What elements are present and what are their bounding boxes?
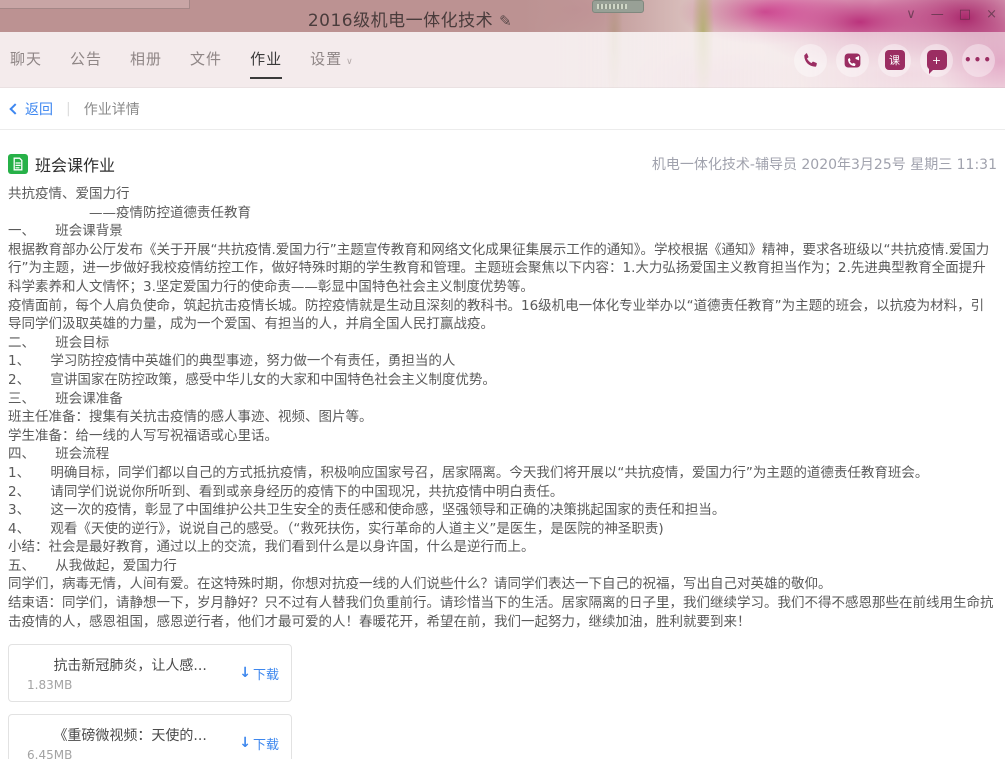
assignment-meta: 机电一体化技术-辅导员 2020年3月25号 星期三 11:31	[652, 154, 997, 174]
file-size: 6.45MB	[21, 748, 239, 759]
tab-album[interactable]: 相册	[130, 42, 162, 79]
breadcrumb-separator: |	[66, 101, 71, 117]
file-name: 抗击新冠肺炎，让人感...	[21, 655, 239, 675]
download-icon: ↓	[239, 665, 251, 681]
attachment-card[interactable]: 《重磅微视频：天使的... 6.45MB ↓ 下载	[8, 714, 292, 759]
edit-title-icon[interactable]: ✎	[499, 12, 512, 30]
back-label: 返回	[25, 99, 53, 119]
file-name: 《重磅微视频：天使的...	[21, 725, 239, 745]
assignment-title: 班会课作业	[35, 152, 115, 176]
page-title: 作业详情	[84, 99, 140, 119]
group-title-text: 2016级机电一体化技术	[308, 11, 493, 31]
chevron-left-icon	[9, 103, 20, 114]
close-icon[interactable]: ×	[986, 7, 997, 22]
plus-bubble-icon: +	[927, 50, 947, 70]
window-controls: ∨ — □ ×	[906, 7, 997, 22]
collapse-icon[interactable]: ∨	[906, 7, 916, 22]
tab-settings[interactable]: 设置∨	[310, 42, 353, 79]
file-size: 1.83MB	[21, 678, 239, 692]
assignment-detail: 班会课作业 机电一体化技术-辅导员 2020年3月25号 星期三 11:31 共…	[0, 152, 1005, 759]
group-title: 2016级机电一体化技术 ✎	[0, 6, 820, 31]
assignment-body: 共抗疫情、爱国力行 ——疫情防控道德责任教育 一、 班会课背景 根据教育部办公厅…	[8, 185, 997, 631]
download-button[interactable]: ↓ 下载	[239, 734, 279, 753]
tab-announcements[interactable]: 公告	[70, 42, 102, 79]
download-button[interactable]: ↓ 下载	[239, 664, 279, 683]
video-call-button[interactable]	[836, 44, 869, 77]
phone-icon	[801, 51, 820, 70]
back-button[interactable]: 返回	[11, 99, 53, 119]
tab-homework[interactable]: 作业	[250, 42, 282, 79]
chevron-down-icon: ∨	[346, 57, 353, 67]
more-button[interactable]: •••	[962, 44, 995, 77]
more-icon: •••	[964, 53, 993, 67]
nav-tabs: 聊天 公告 相册 文件 作业 设置∨	[10, 42, 353, 79]
voice-call-button[interactable]	[794, 44, 827, 77]
nav-actions: 课 + •••	[794, 44, 995, 77]
nav-bar: 聊天 公告 相册 文件 作业 设置∨ 课 + •••	[0, 32, 1005, 88]
file-info: 《重磅微视频：天使的... 6.45MB	[21, 725, 239, 759]
homework-doc-icon	[8, 154, 28, 174]
class-badge-icon: 课	[885, 50, 905, 70]
breadcrumb: 返回 | 作业详情	[0, 88, 1005, 130]
download-label: 下载	[253, 664, 279, 683]
video-call-icon	[842, 50, 863, 71]
tab-chat[interactable]: 聊天	[10, 42, 42, 79]
attachment-list: 抗击新冠肺炎，让人感... 1.83MB ↓ 下载 《重磅微视频：天使的... …	[8, 644, 997, 759]
assignment-header: 班会课作业 机电一体化技术-辅导员 2020年3月25号 星期三 11:31	[8, 152, 997, 176]
add-feedback-button[interactable]: +	[920, 44, 953, 77]
header: 2016级机电一体化技术 ✎ ∨ — □ × 聊天 公告 相册 文件 作业 设置∨…	[0, 0, 1005, 88]
download-icon: ↓	[239, 735, 251, 751]
class-tool-button[interactable]: 课	[878, 44, 911, 77]
tab-files[interactable]: 文件	[190, 42, 222, 79]
download-label: 下载	[253, 734, 279, 753]
maximize-icon[interactable]: □	[959, 7, 971, 22]
attachment-card[interactable]: 抗击新冠肺炎，让人感... 1.83MB ↓ 下载	[8, 644, 292, 702]
minimize-icon[interactable]: —	[931, 7, 944, 22]
file-info: 抗击新冠肺炎，让人感... 1.83MB	[21, 655, 239, 692]
